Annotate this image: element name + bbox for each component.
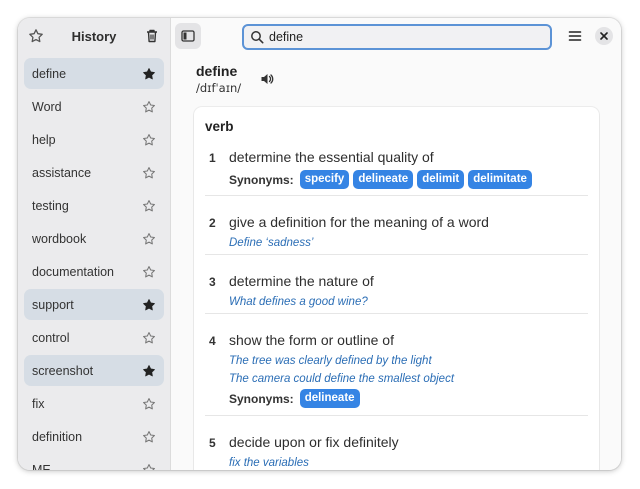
sidebar-item[interactable]: fix	[24, 388, 164, 419]
star-filled-icon[interactable]	[142, 298, 156, 312]
entry-pronunciation: /dɪfˈaɪn/	[196, 81, 242, 95]
entry-heading: define /dɪfˈaɪn/	[196, 63, 241, 95]
sidebar-item[interactable]: documentation	[24, 256, 164, 287]
definition-card: verb 1 determine the essential quality of…	[194, 107, 599, 470]
search-icon	[251, 31, 264, 44]
star-outline-icon[interactable]	[142, 331, 156, 345]
main-pane: define /dɪfˈaɪn/ verb 1 determine the ess…	[171, 18, 621, 470]
synonym-chip[interactable]: delineate	[299, 389, 360, 408]
sidebar-item[interactable]: control	[24, 322, 164, 353]
sense-definition: determine the essential quality of	[229, 149, 434, 165]
sidebar-item-label: control	[32, 330, 70, 345]
menu-icon[interactable]	[567, 28, 583, 44]
star-outline-icon[interactable]	[142, 232, 156, 246]
sidebar-toggle-button[interactable]	[175, 23, 201, 49]
sidebar-item[interactable]: define	[24, 58, 164, 89]
sidebar-item-label: Word	[32, 99, 62, 114]
sidebar-item[interactable]: testing	[24, 190, 164, 221]
sense-definition: determine the nature of	[229, 273, 374, 289]
star-filled-icon[interactable]	[142, 67, 156, 81]
sense: 3 determine the nature of What defines a g…	[209, 273, 589, 335]
star-outline-icon[interactable]	[142, 463, 156, 470]
sense: 5 decide upon or fix definitely fix the va…	[209, 434, 589, 470]
sidebar-item-label: definition	[32, 429, 83, 444]
history-sidebar: History define Word help assistance testing w…	[18, 18, 171, 470]
sense-example: Define ‘sadness’	[229, 237, 314, 249]
sidebar-item[interactable]: screenshot	[24, 355, 164, 386]
sidebar-item-label: help	[32, 132, 56, 147]
synonym-chip[interactable]: specify	[299, 170, 350, 189]
sense-number: 4	[209, 334, 216, 348]
sense-definition: show the form or outline of	[229, 332, 394, 348]
sidebar-item-label: assistance	[32, 165, 92, 180]
sidebar-item-label: screenshot	[32, 363, 94, 378]
sidebar-item[interactable]: assistance	[24, 157, 164, 188]
sidebar-item-label: define	[32, 66, 67, 81]
synonym-chip[interactable]: delimitate	[468, 170, 532, 189]
star-outline-icon[interactable]	[142, 397, 156, 411]
synonyms-row: Synonyms: delineate	[229, 389, 360, 408]
sense-divider	[205, 415, 588, 416]
sidebar-item[interactable]: help	[24, 124, 164, 155]
close-icon	[600, 32, 608, 40]
synonyms-row: Synonyms: specify delineate delimit delimita…	[229, 170, 532, 189]
sidebar-item-label: testing	[32, 198, 69, 213]
sidebar-item[interactable]: ME	[24, 454, 164, 470]
sidebar-item[interactable]: definition	[24, 421, 164, 452]
sense-example: The camera could define the smallest obj…	[229, 373, 455, 385]
sense: 1 determine the essential quality of Synon…	[209, 149, 589, 211]
sense-number: 5	[209, 436, 216, 450]
sidebar-item[interactable]: support	[24, 289, 164, 320]
star-outline-icon[interactable]	[142, 133, 156, 147]
sidebar-item-label: wordbook	[32, 231, 87, 246]
star-outline-icon[interactable]	[142, 199, 156, 213]
synonyms-label: Synonyms:	[229, 172, 294, 187]
sense: 4 show the form or outline of The tree was…	[209, 332, 589, 408]
star-outline-icon[interactable]	[142, 265, 156, 279]
search-box[interactable]	[242, 24, 552, 50]
sense-example: The tree was clearly defined by the ligh…	[229, 355, 432, 367]
header-bar	[171, 18, 621, 54]
sense-definition: decide upon or fix definitely	[229, 434, 399, 450]
sense-example: What defines a good wine?	[229, 296, 368, 308]
star-outline-icon[interactable]	[142, 430, 156, 444]
history-list: define Word help assistance testing wordbook d…	[24, 58, 164, 470]
sidebar-item-label: fix	[32, 396, 45, 411]
sense-number: 1	[209, 151, 216, 165]
sidebar-item-label: support	[32, 297, 74, 312]
search-input[interactable]	[269, 30, 529, 44]
sense: 2 give a definition for the meaning of a …	[209, 214, 589, 276]
sidebar-item[interactable]: wordbook	[24, 223, 164, 254]
close-button[interactable]	[595, 27, 613, 45]
sidebar-item[interactable]: Word	[24, 91, 164, 122]
dictionary-window: History define Word help assistance testing w…	[18, 18, 621, 470]
part-of-speech: verb	[205, 119, 234, 134]
speaker-icon[interactable]	[259, 71, 275, 87]
synonyms-label: Synonyms:	[229, 391, 294, 406]
trash-icon[interactable]	[144, 28, 160, 44]
star-filled-icon[interactable]	[142, 364, 156, 378]
entry-word: define	[196, 63, 238, 79]
sidebar-header: History	[18, 18, 170, 54]
star-outline-icon[interactable]	[142, 100, 156, 114]
synonym-chip[interactable]: delineate	[353, 170, 414, 189]
sense-example: fix the variables	[229, 457, 309, 469]
sense-definition: give a definition for the meaning of a w…	[229, 214, 489, 230]
synonym-chip[interactable]: delimit	[417, 170, 465, 189]
sidebar-item-label: documentation	[32, 264, 115, 279]
star-outline-icon[interactable]	[142, 166, 156, 180]
sense-number: 2	[209, 216, 216, 230]
sense-number: 3	[209, 275, 216, 289]
sidebar-item-label: ME	[32, 462, 51, 471]
sidebar-toggle-icon	[181, 30, 195, 42]
